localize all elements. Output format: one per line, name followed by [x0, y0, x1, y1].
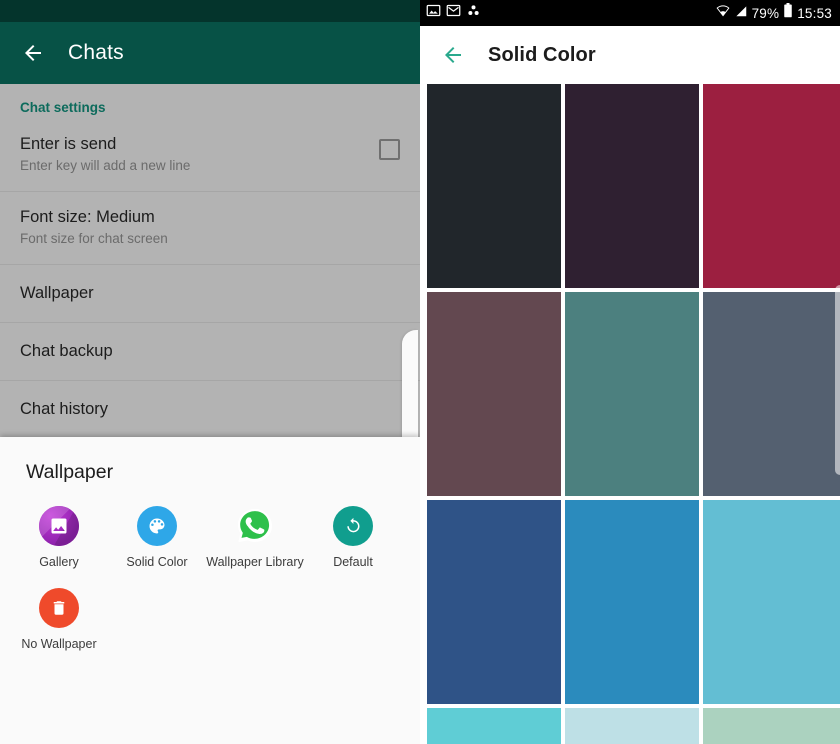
left-status-bar [0, 0, 420, 22]
whatsapp-icon [235, 506, 275, 546]
solid-color-appbar: Solid Color [420, 26, 840, 84]
color-swatch-slate-blue-gray[interactable] [703, 292, 840, 496]
status-bar-right-icons: 79% 15:53 [716, 3, 832, 23]
right-screen-solid-color: 79% 15:53 Solid Color [420, 0, 840, 744]
setting-row-enter-is-send[interactable]: Enter is send Enter key will add a new l… [0, 119, 420, 192]
scrollbar[interactable] [835, 285, 840, 475]
signal-bars-icon [734, 4, 748, 23]
dual-screenshot: Chats Chat settings Enter is send Enter … [0, 0, 840, 744]
wallpaper-option-no-wallpaper[interactable]: No Wallpaper [10, 588, 108, 652]
option-label: Solid Color [126, 555, 188, 569]
color-swatch-teal[interactable] [565, 292, 699, 496]
setting-title: Font size: Medium [20, 207, 155, 226]
color-swatch-pale-cyan[interactable] [565, 708, 699, 744]
trash-icon [39, 588, 79, 628]
wallpaper-option-default[interactable]: Default [304, 506, 402, 570]
setting-texts: Font size: Medium Font size for chat scr… [20, 206, 168, 248]
option-label: No Wallpaper [21, 637, 97, 651]
color-swatch-dark-charcoal[interactable] [427, 84, 561, 288]
wallpaper-options-row-2: No Wallpaper [0, 570, 420, 652]
color-swatch-light-cyan-blue[interactable] [703, 500, 840, 704]
setting-row-font-size[interactable]: Font size: Medium Font size for chat scr… [0, 192, 420, 265]
wallpaper-dialog: Wallpaper Gallery Solid Color Wallpaper … [0, 437, 420, 744]
dialog-title: Wallpaper [26, 461, 114, 483]
image-icon [39, 506, 79, 546]
page-title: Solid Color [488, 43, 596, 66]
arrow-left-icon[interactable] [440, 42, 466, 68]
battery-icon [783, 3, 793, 23]
chats-appbar: Chats [0, 22, 420, 84]
image-icon [426, 3, 441, 23]
wallpaper-options-row-1: Gallery Solid Color Wallpaper Library De… [0, 484, 420, 570]
left-screen-chat-settings: Chats Chat settings Enter is send Enter … [0, 0, 420, 744]
setting-row-wallpaper[interactable]: Wallpaper [0, 265, 420, 323]
setting-subtitle: Font size for chat screen [20, 231, 168, 247]
status-bar: 79% 15:53 [420, 0, 840, 26]
setting-title: Enter is send [20, 135, 117, 153]
setting-row-chat-backup[interactable]: Chat backup [0, 323, 420, 381]
mail-icon [446, 3, 461, 23]
color-swatch-crimson[interactable] [703, 84, 840, 288]
color-swatch-dark-plum[interactable] [565, 84, 699, 288]
color-swatch-muted-mauve[interactable] [427, 292, 561, 496]
option-label: Default [333, 555, 373, 569]
arrow-left-icon[interactable] [20, 40, 46, 66]
status-bar-left-icons [426, 3, 481, 23]
option-label: Wallpaper Library [206, 555, 304, 569]
solid-color-grid [420, 84, 840, 744]
section-header-chat-settings: Chat settings [20, 100, 106, 115]
battery-percent: 79% [751, 5, 780, 21]
refresh-icon [333, 506, 373, 546]
clock-time: 15:53 [797, 5, 832, 21]
page-title: Chats [68, 41, 124, 64]
setting-row-chat-history[interactable]: Chat history [0, 381, 420, 439]
setting-subtitle: Enter key will add a new line [20, 158, 191, 174]
color-swatch-navy-blue[interactable] [427, 500, 561, 704]
checkbox-enter-is-send[interactable] [379, 139, 400, 160]
share-nodes-icon [466, 3, 481, 23]
wallpaper-option-wallpaper-library[interactable]: Wallpaper Library [206, 506, 304, 570]
color-swatch-pale-green[interactable] [703, 708, 840, 744]
wifi-icon [716, 4, 730, 23]
wallpaper-option-gallery[interactable]: Gallery [10, 506, 108, 570]
chat-settings-list: Chat settings Enter is send Enter key wi… [0, 84, 420, 439]
palette-icon [137, 506, 177, 546]
setting-texts: Enter is send Enter key will add a new l… [20, 133, 190, 175]
color-swatch-turquoise[interactable] [427, 708, 561, 744]
wallpaper-option-solid-color[interactable]: Solid Color [108, 506, 206, 570]
color-swatch-medium-blue[interactable] [565, 500, 699, 704]
option-label: Gallery [39, 555, 79, 569]
